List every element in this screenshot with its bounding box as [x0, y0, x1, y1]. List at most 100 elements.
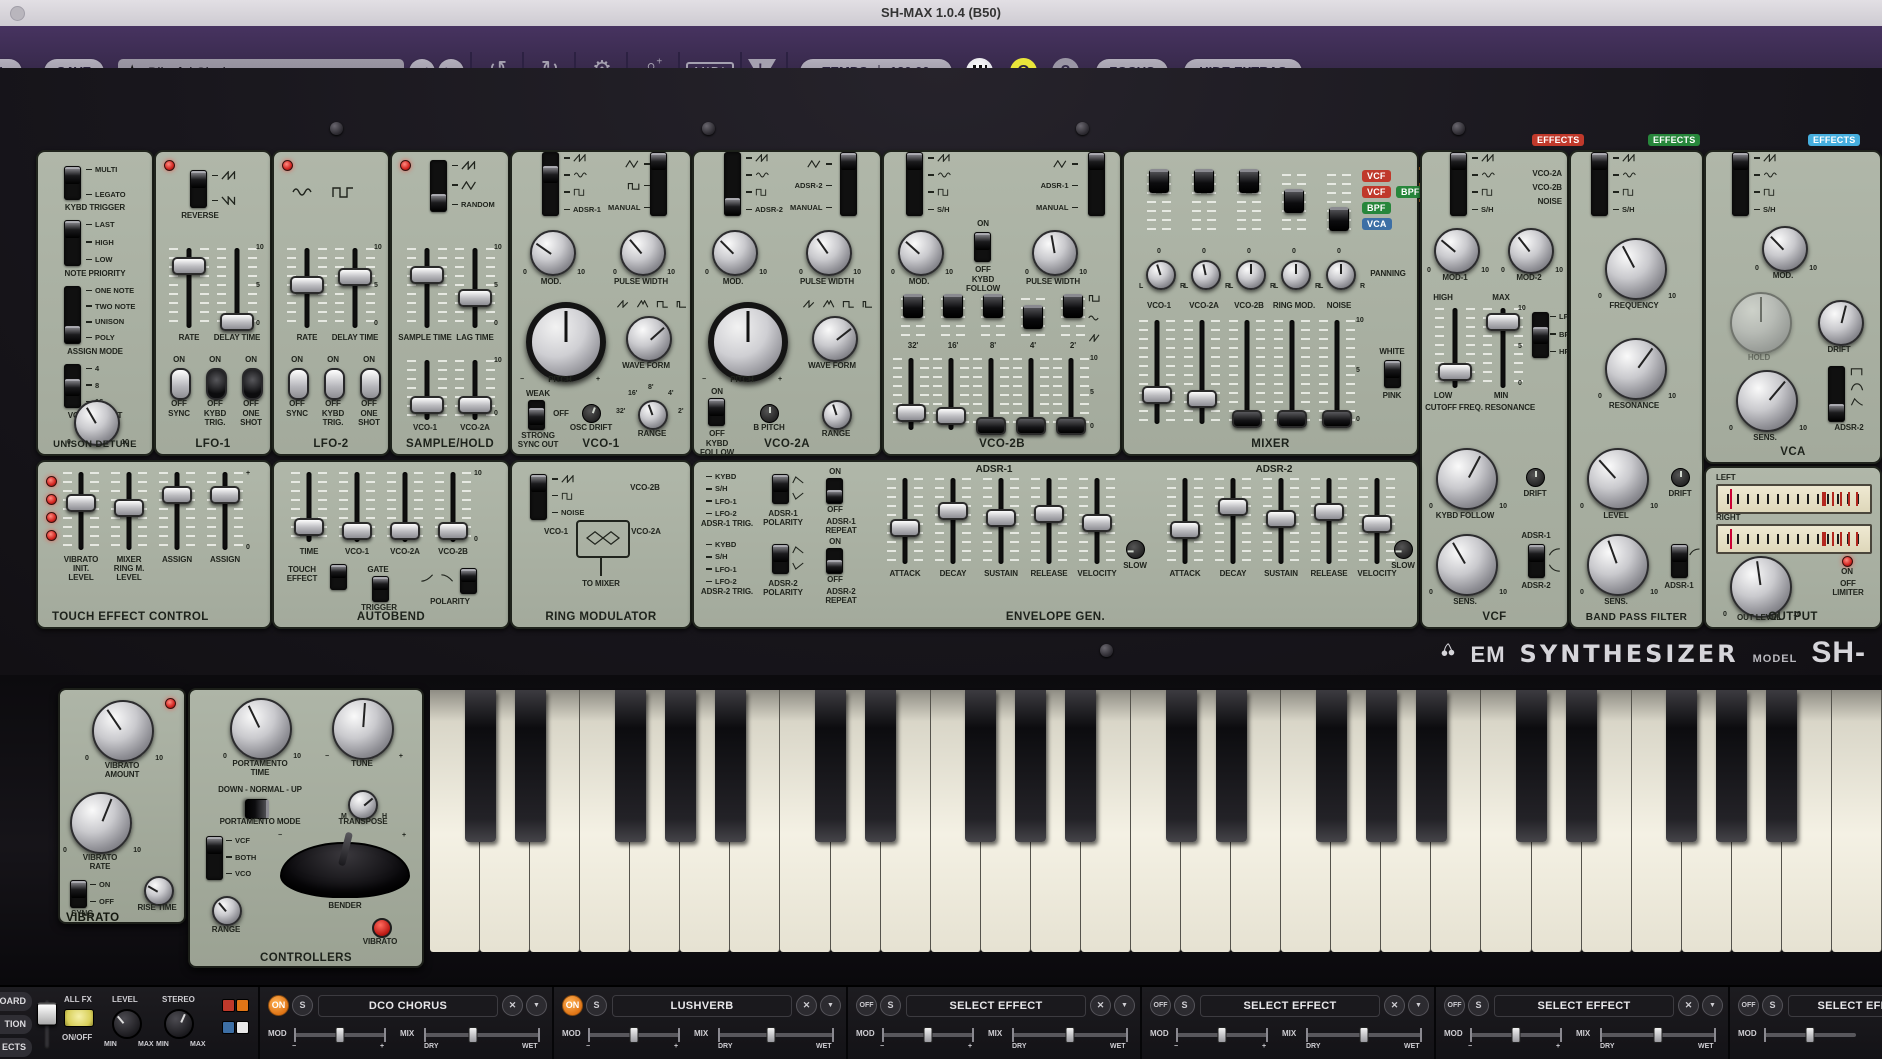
vca-mod-source-switch[interactable] [1732, 152, 1749, 216]
vco2b-mod-source-switch[interactable] [906, 152, 923, 216]
bpf-adsr-switch[interactable] [1671, 544, 1688, 578]
black-key[interactable] [815, 690, 846, 842]
black-key[interactable] [1566, 690, 1597, 842]
fx5-name[interactable]: SELECT EFFECT [1494, 995, 1674, 1017]
vco2a-mod-source-switch[interactable] [724, 152, 741, 216]
vco2b-4-level-slider[interactable] [1016, 358, 1046, 430]
fx4-solo-button[interactable]: S [1174, 995, 1195, 1016]
vco1-range-knob[interactable] [638, 400, 668, 430]
fx6-name[interactable]: SELECT EFFECT [1788, 995, 1882, 1017]
vco2b-8-level-slider[interactable] [976, 358, 1006, 430]
sh-to-vco2a-slider[interactable] [458, 360, 492, 420]
mixer-vco2a-level[interactable] [1187, 320, 1217, 424]
adsr2-polarity-switch[interactable] [772, 544, 789, 574]
vca-adsr2-switch[interactable] [1828, 366, 1845, 422]
adsr2-sustain-slider[interactable] [1266, 478, 1296, 564]
black-key[interactable] [1366, 690, 1397, 842]
fx2-mod-slider[interactable] [588, 1033, 680, 1037]
autobend-vco2a-slider[interactable] [390, 472, 420, 542]
pan-vco1-knob[interactable]: LR [1146, 260, 1176, 290]
vco2b-2-wave-switch[interactable] [1064, 298, 1082, 338]
fx4-power-button[interactable]: OFF [1150, 995, 1171, 1016]
fx5-dropdown-button[interactable]: ▼ [1702, 995, 1723, 1016]
ringmod-source-switch[interactable] [530, 474, 547, 520]
vco1-osc-drift-trim[interactable] [582, 404, 601, 423]
fx2-remove-button[interactable]: ✕ [796, 995, 817, 1016]
mixer-ringmod-level[interactable] [1277, 320, 1307, 424]
fx4-dropdown-button[interactable]: ▼ [1408, 995, 1429, 1016]
portamento-mode-switch[interactable] [244, 800, 266, 818]
touch-mixer-slider[interactable] [114, 472, 144, 550]
piano-keyboard[interactable] [430, 690, 1882, 952]
adsr1-slow-trim[interactable] [1126, 540, 1145, 559]
fx2-dropdown-button[interactable]: ▼ [820, 995, 841, 1016]
vco1-pw-source-switch[interactable] [650, 152, 667, 216]
fx1-name[interactable]: DCO CHORUS [318, 995, 498, 1017]
effects-badge-green[interactable]: EFFECTS [1648, 134, 1700, 146]
fx5-mod-slider[interactable] [1470, 1033, 1562, 1037]
lag-time-slider[interactable] [458, 248, 492, 328]
black-key[interactable] [665, 690, 696, 842]
mixer-vco1-route-switch[interactable] [1150, 174, 1168, 232]
vibrato-button[interactable] [372, 918, 392, 938]
fx-matrix-orange[interactable] [236, 999, 249, 1012]
bpf-mod-source-switch[interactable] [1591, 152, 1608, 216]
vco2b-mod-knob[interactable]: 010 [898, 230, 944, 276]
sample-time-slider[interactable] [410, 248, 444, 328]
vco2a-pw-source-switch[interactable] [840, 152, 857, 216]
fx5-solo-button[interactable]: S [1468, 995, 1489, 1016]
mixer-noise-level[interactable] [1322, 320, 1352, 424]
fx2-name[interactable]: LUSHVERB [612, 995, 792, 1017]
effects-badge-red[interactable]: EFFECTS [1532, 134, 1584, 146]
black-key[interactable] [1666, 690, 1697, 842]
lfo1-reverse-switch[interactable] [190, 170, 207, 208]
pitch-bender[interactable] [280, 842, 410, 898]
adsr1-repeat-switch[interactable] [826, 478, 843, 504]
lfo2-rate-slider[interactable] [290, 248, 324, 328]
adsr1-release-slider[interactable] [1034, 478, 1064, 564]
lfo1-delay-slider[interactable] [220, 248, 254, 328]
adsr2-repeat-switch[interactable] [826, 548, 843, 574]
autobend-vco2b-slider[interactable] [438, 472, 468, 542]
vco2b-4-wave-switch[interactable] [1024, 298, 1042, 338]
vco2b-32-wave-switch[interactable] [904, 298, 922, 338]
autobend-polarity-switch[interactable] [460, 568, 477, 594]
black-key[interactable] [1516, 690, 1547, 842]
adsr2-release-slider[interactable] [1314, 478, 1344, 564]
black-key[interactable] [715, 690, 746, 842]
adsr1-attack-slider[interactable] [890, 478, 920, 564]
vcf-mod1-source-switch[interactable] [1450, 152, 1467, 216]
fx2-power-button[interactable]: ON [562, 995, 583, 1016]
fx1-mod-slider[interactable] [294, 1033, 386, 1037]
pan-noise-knob[interactable]: LR [1326, 260, 1356, 290]
black-key[interactable] [1766, 690, 1797, 842]
pan-vco2b-knob[interactable]: LR [1236, 260, 1266, 290]
fx3-mod-slider[interactable] [882, 1033, 974, 1037]
touch-vibrato-slider[interactable] [66, 472, 96, 550]
adsr2-slow-trim[interactable] [1394, 540, 1413, 559]
fx6-solo-button[interactable]: S [1762, 995, 1783, 1016]
vco1-pulse-width-knob[interactable]: 010 [620, 230, 666, 276]
sh-to-vco1-slider[interactable] [410, 360, 444, 420]
sample-hold-source-switch[interactable] [430, 160, 447, 212]
black-key[interactable] [465, 690, 496, 842]
fx6-power-button[interactable]: OFF [1738, 995, 1759, 1016]
bpf-frequency-knob[interactable]: 010 [1605, 238, 1667, 300]
fx4-mod-slider[interactable] [1176, 1033, 1268, 1037]
vco2b-8-wave-switch[interactable] [984, 298, 1002, 338]
rise-time-knob[interactable] [144, 876, 174, 906]
fx1-solo-button[interactable]: S [292, 995, 313, 1016]
fx2-solo-button[interactable]: S [586, 995, 607, 1016]
vco2b-16-level-slider[interactable] [936, 358, 966, 430]
fx1-dropdown-button[interactable]: ▼ [526, 995, 547, 1016]
fx-level-knob[interactable] [112, 1009, 142, 1039]
mixer-vco2b-level[interactable] [1232, 320, 1262, 424]
mixer-vco1-level[interactable] [1142, 320, 1172, 424]
autobend-touch-switch[interactable] [330, 564, 347, 590]
assign-mode-switch[interactable] [64, 286, 81, 344]
adsr1-polarity-switch[interactable] [772, 474, 789, 504]
vco2a-kybd-follow-switch[interactable] [708, 398, 725, 426]
lfo1-one-shot-button[interactable] [242, 368, 263, 400]
all-fx-toggle[interactable] [64, 1009, 94, 1027]
mixer-noise-route-switch[interactable] [1330, 174, 1348, 232]
